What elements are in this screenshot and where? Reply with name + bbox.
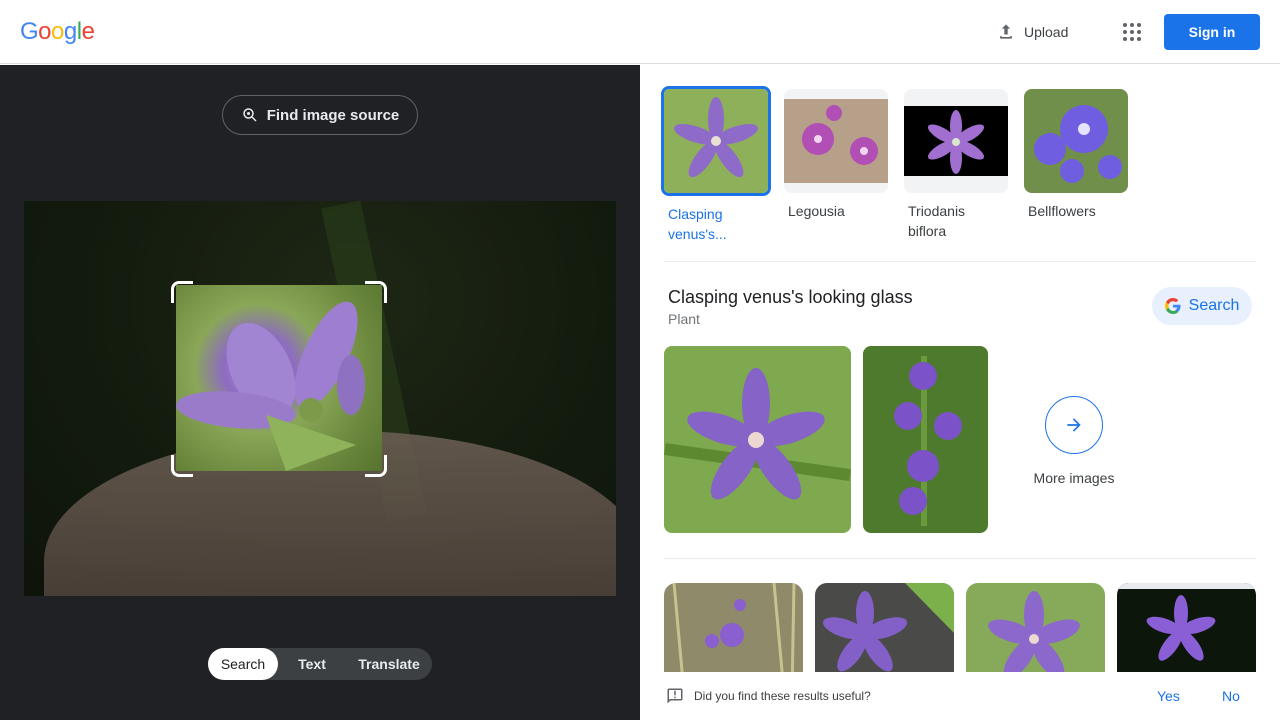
logo-letter: G	[20, 18, 39, 45]
more-images-label: More images	[1033, 470, 1115, 486]
arrow-right-icon	[1067, 418, 1081, 432]
chip-label: Bellflowers	[1028, 203, 1096, 219]
legousia-thumb	[784, 99, 888, 183]
lens-search-icon	[242, 108, 257, 122]
lens-image-pane: Find image source Search Text Translate	[0, 65, 640, 720]
top-header: Google Upload Sign in	[0, 0, 1280, 64]
chip-thumbnail	[1024, 89, 1128, 193]
upload-label: Upload	[1024, 24, 1069, 40]
tab-text[interactable]: Text	[278, 648, 346, 680]
apps-grid-icon	[1123, 23, 1141, 41]
feedback-question: Did you find these results useful?	[694, 689, 871, 703]
sign-in-button[interactable]: Sign in	[1164, 14, 1260, 50]
chip-triodanis-biflora[interactable]: Triodanis biflora	[904, 89, 1012, 244]
tab-search[interactable]: Search	[208, 648, 278, 680]
chip-thumbnail	[904, 89, 1008, 193]
feedback-bar: Did you find these results useful? Yes N…	[640, 672, 1280, 720]
chip-label: Clasping venus's...	[668, 206, 727, 242]
related-chips: Clasping venus's... Legousia Triodanis b…	[661, 86, 1132, 244]
google-g-icon	[1164, 298, 1181, 314]
uploaded-image[interactable]	[24, 201, 616, 596]
chip-thumbnail	[784, 89, 888, 193]
purple-flower-thumb	[664, 89, 768, 193]
chip-clasping-venus[interactable]: Clasping venus's...	[661, 86, 772, 244]
selection-crop-area[interactable]	[176, 285, 382, 471]
find-image-source-button[interactable]: Find image source	[222, 95, 418, 135]
knowledge-panel-subtitle: Plant	[668, 311, 700, 327]
section-divider	[664, 558, 1256, 559]
lens-mode-tabs: Search Text Translate	[208, 648, 432, 680]
chip-bellflowers[interactable]: Bellflowers	[1024, 89, 1132, 244]
apps-button[interactable]	[1116, 16, 1148, 48]
section-divider	[664, 261, 1256, 262]
crop-handle-bottom-left[interactable]	[171, 455, 193, 477]
feedback-icon	[667, 688, 683, 704]
logo-letter: g	[63, 18, 77, 45]
knowledge-panel-image[interactable]	[664, 346, 851, 533]
knowledge-panel-title[interactable]: Clasping venus's looking glass	[668, 287, 913, 308]
bellflower-thumb	[1024, 89, 1128, 193]
chip-label: Triodanis biflora	[908, 203, 966, 239]
flower-drawing	[176, 301, 365, 471]
chip-thumbnail	[661, 86, 771, 196]
feedback-no-button[interactable]: No	[1222, 688, 1240, 704]
logo-letter: o	[38, 18, 52, 45]
tab-translate[interactable]: Translate	[346, 648, 432, 680]
arrow-circle	[1045, 396, 1103, 454]
chip-legousia[interactable]: Legousia	[784, 89, 892, 244]
crop-handle-top-left[interactable]	[171, 281, 193, 303]
knowledge-panel-image[interactable]	[863, 346, 988, 533]
results-pane: Clasping venus's... Legousia Triodanis b…	[640, 65, 1280, 720]
feedback-yes-button[interactable]: Yes	[1157, 688, 1180, 704]
logo-letter: o	[51, 18, 64, 45]
chip-label: Legousia	[788, 203, 845, 219]
google-logo[interactable]: Google	[20, 18, 95, 46]
flower-photo	[664, 346, 851, 533]
flower-spike-photo	[863, 346, 988, 533]
upload-button[interactable]: Upload	[986, 16, 1078, 48]
find-image-source-label: Find image source	[266, 106, 400, 124]
triodanis-thumb	[904, 106, 1008, 176]
logo-letter: e	[81, 18, 95, 45]
google-search-button[interactable]: Search	[1152, 287, 1252, 325]
upload-icon	[1000, 24, 1012, 39]
crop-handle-bottom-right[interactable]	[365, 455, 387, 477]
more-images-button[interactable]: More images	[1026, 396, 1122, 486]
search-button-label: Search	[1188, 297, 1240, 314]
crop-handle-top-right[interactable]	[365, 281, 387, 303]
